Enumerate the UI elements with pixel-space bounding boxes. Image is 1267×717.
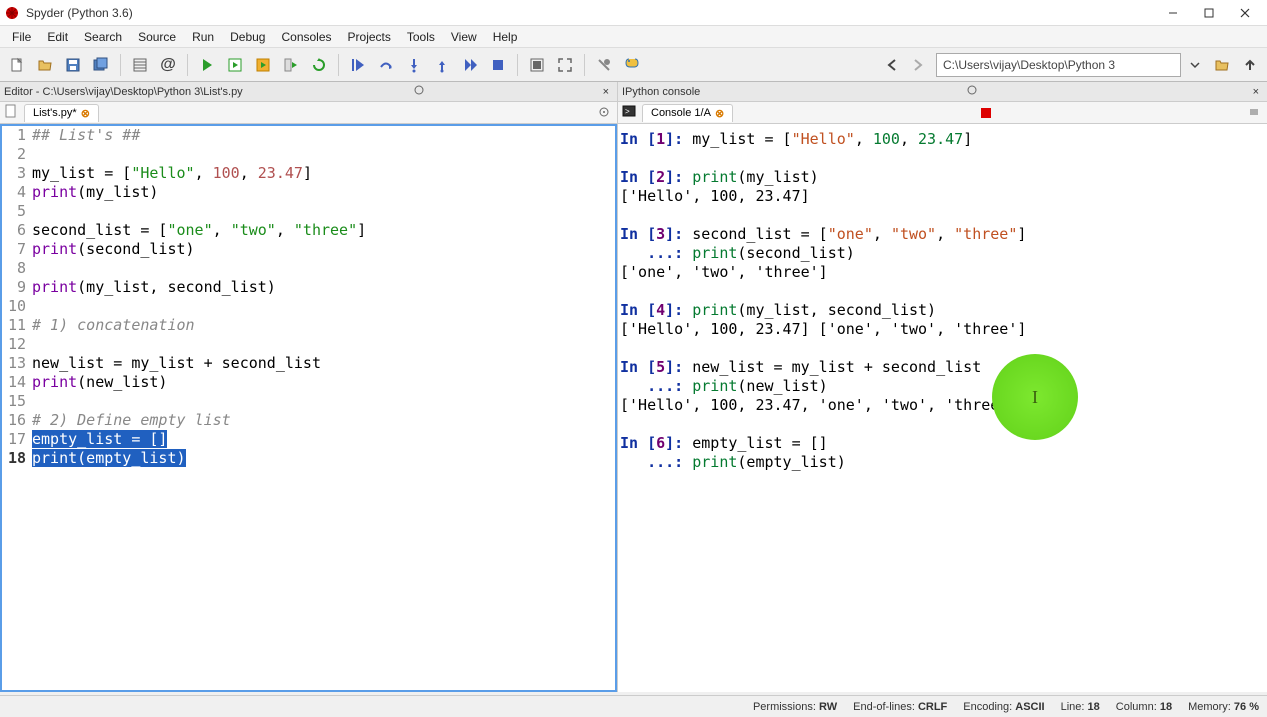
spyder-icon: [4, 5, 20, 21]
editor-pane-bar: Editor - C:\Users\vijay\Desktop\Python 3…: [0, 82, 618, 102]
console-tab-label: Console 1/A: [651, 107, 711, 119]
open-file-button[interactable]: [32, 52, 58, 78]
titlebar: Spyder (Python 3.6): [0, 0, 1267, 26]
run-cell-button[interactable]: [222, 52, 248, 78]
svg-text:>: >: [625, 107, 630, 116]
console-close-button[interactable]: ×: [1249, 86, 1263, 98]
window-title: Spyder (Python 3.6): [26, 6, 1155, 20]
editor-tab-close[interactable]: ⊗: [81, 107, 90, 120]
editor-tab-options[interactable]: [595, 106, 613, 120]
path-dropdown-button[interactable]: [1183, 53, 1207, 77]
continue-button[interactable]: [457, 52, 483, 78]
editor-pane: List's.py* ⊗ 1## List's ## 2 3my_list = …: [0, 102, 618, 692]
code-cell-button[interactable]: [127, 52, 153, 78]
menu-projects[interactable]: Projects: [340, 28, 399, 46]
step-over-button[interactable]: [373, 52, 399, 78]
console-tab[interactable]: Console 1/A ⊗: [642, 104, 733, 122]
menu-tools[interactable]: Tools: [399, 28, 443, 46]
console-options-button[interactable]: [967, 85, 977, 98]
run-selection-button[interactable]: [278, 52, 304, 78]
console-tab-close[interactable]: ⊗: [715, 107, 724, 120]
editor-tab-label: List's.py*: [33, 107, 77, 119]
ipython-console[interactable]: In [1]: my_list = ["Hello", 100, 23.47] …: [618, 124, 1267, 692]
status-eol: End-of-lines: CRLF: [853, 701, 947, 713]
new-file-button[interactable]: [4, 52, 30, 78]
editor-close-button[interactable]: ×: [599, 86, 613, 98]
close-button[interactable]: [1227, 1, 1263, 25]
file-icon: [4, 104, 18, 121]
editor-tabbar: List's.py* ⊗: [0, 102, 617, 124]
menu-file[interactable]: File: [4, 28, 39, 46]
console-pane: > Console 1/A ⊗ In [1]: my_list = ["Hell…: [618, 102, 1267, 692]
step-into-button[interactable]: [401, 52, 427, 78]
menu-consoles[interactable]: Consoles: [273, 28, 339, 46]
status-column: Column: 18: [1116, 701, 1172, 713]
menu-edit[interactable]: Edit: [39, 28, 76, 46]
pythonpath-button[interactable]: [619, 52, 645, 78]
menu-source[interactable]: Source: [130, 28, 184, 46]
debug-play-button[interactable]: [345, 52, 371, 78]
save-button[interactable]: [60, 52, 86, 78]
minimize-button[interactable]: [1155, 1, 1191, 25]
console-pane-bar: IPython console ×: [618, 82, 1267, 102]
editor-pane-title: Editor - C:\Users\vijay\Desktop\Python 3…: [4, 86, 243, 98]
run-button[interactable]: [194, 52, 220, 78]
cursor-highlight-marker: I: [992, 354, 1078, 440]
step-out-button[interactable]: [429, 52, 455, 78]
working-directory-input[interactable]: [936, 53, 1181, 77]
menu-search[interactable]: Search: [76, 28, 130, 46]
editor-options-button[interactable]: [414, 85, 424, 98]
menu-debug[interactable]: Debug: [222, 28, 273, 46]
parent-dir-button[interactable]: [1237, 52, 1263, 78]
preferences-button[interactable]: [591, 52, 617, 78]
menu-view[interactable]: View: [443, 28, 485, 46]
forward-button[interactable]: [906, 53, 930, 77]
console-icon: >: [622, 104, 636, 121]
maximize-pane-button[interactable]: [524, 52, 550, 78]
fullscreen-button[interactable]: [552, 52, 578, 78]
back-button[interactable]: [880, 53, 904, 77]
menu-run[interactable]: Run: [184, 28, 222, 46]
menubar: File Edit Search Source Run Debug Consol…: [0, 26, 1267, 48]
stop-button[interactable]: [485, 52, 511, 78]
toolbar: @: [0, 48, 1267, 82]
save-all-button[interactable]: [88, 52, 114, 78]
console-pane-title: IPython console: [622, 86, 700, 98]
status-line: Line: 18: [1061, 701, 1100, 713]
status-permissions: Permissions: RW: [753, 701, 837, 713]
menu-help[interactable]: Help: [485, 28, 526, 46]
editor-tab[interactable]: List's.py* ⊗: [24, 104, 99, 122]
code-editor[interactable]: 1## List's ## 2 3my_list = ["Hello", 100…: [0, 124, 617, 692]
statusbar: Permissions: RW End-of-lines: CRLF Encod…: [0, 695, 1267, 717]
status-encoding: Encoding: ASCII: [963, 701, 1044, 713]
console-tab-options[interactable]: [1245, 106, 1263, 120]
rerun-button[interactable]: [306, 52, 332, 78]
run-cell-advance-button[interactable]: [250, 52, 276, 78]
at-button[interactable]: @: [155, 52, 181, 78]
maximize-button[interactable]: [1191, 1, 1227, 25]
kernel-stop-button[interactable]: [981, 108, 991, 118]
browse-button[interactable]: [1209, 52, 1235, 78]
console-tabbar: > Console 1/A ⊗: [618, 102, 1267, 124]
status-memory: Memory: 76 %: [1188, 701, 1259, 713]
